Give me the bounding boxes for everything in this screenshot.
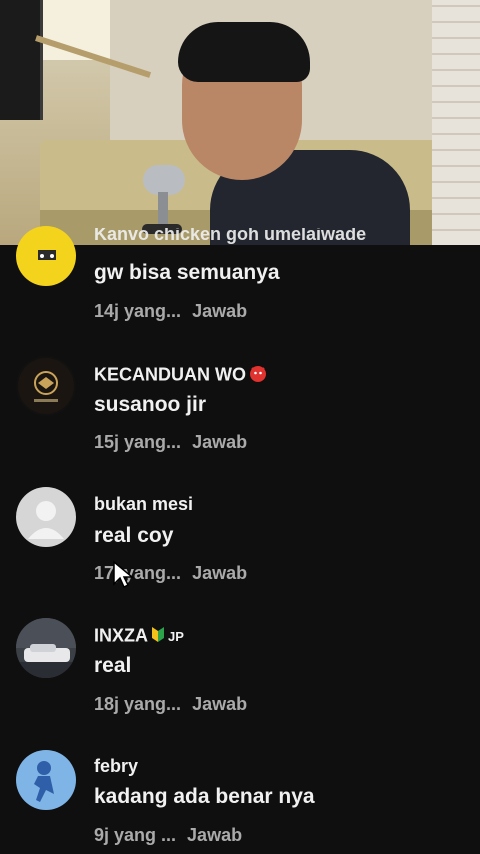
comment-timestamp: 9j yang ... — [94, 825, 177, 845]
comment-meta: 9j yang ... Jawab — [94, 825, 242, 846]
dark-logo-avatar-icon — [18, 358, 74, 414]
video-monitor — [0, 0, 43, 120]
comment-timestamp: 15j yang... — [94, 432, 182, 452]
comment-avatar[interactable] — [16, 356, 76, 416]
comment-timestamp: 17j yang... — [94, 563, 182, 583]
comment-timestamp: 18j yang... — [94, 694, 182, 714]
video-brick-wall — [432, 0, 480, 245]
author-suffix: JP — [168, 629, 184, 645]
reply-button[interactable]: Jawab — [187, 825, 242, 845]
comment-author[interactable]: febry — [94, 756, 138, 777]
default-person-avatar-icon — [28, 501, 64, 539]
beginner-symbol-emoji-icon — [151, 625, 165, 648]
comment-author-name[interactable]: INXZA — [94, 625, 148, 645]
comment-meta: 15j yang... Jawab — [94, 432, 247, 453]
comment-meta: 18j yang... Jawab — [94, 694, 247, 715]
comment-avatar[interactable] — [16, 750, 76, 810]
yellow-cartoon-avatar-icon — [38, 250, 56, 260]
comment-avatar[interactable] — [16, 487, 76, 547]
comment-author[interactable]: Kanvo chicken goh umelaiwade — [94, 228, 366, 244]
microphone-stand — [158, 192, 168, 227]
comment-author[interactable]: KECANDUAN WO — [94, 364, 267, 387]
comment-avatar[interactable] — [16, 618, 76, 678]
blue-figure-avatar-icon — [34, 761, 54, 802]
mouse-cursor-icon — [112, 560, 135, 595]
comment-author[interactable]: bukan mesi — [94, 494, 193, 515]
microphone-icon — [143, 165, 185, 195]
reply-button[interactable]: Jawab — [192, 432, 247, 452]
comment-text: gw bisa semuanya — [94, 261, 280, 284]
video-player[interactable] — [0, 0, 480, 245]
reply-button[interactable]: Jawab — [192, 694, 247, 714]
car-photo-avatar-icon — [16, 618, 76, 678]
comment-meta: 14j yang... Jawab — [94, 301, 247, 322]
reply-button[interactable]: Jawab — [192, 301, 247, 321]
comment-text: real — [94, 654, 132, 677]
reply-button[interactable]: Jawab — [192, 563, 247, 583]
comment-text: susanoo jir — [94, 393, 207, 416]
comment-text: real coy — [94, 524, 174, 547]
comment-timestamp: 14j yang... — [94, 301, 182, 321]
comment-avatar[interactable] — [16, 226, 76, 286]
video-person-hair — [178, 22, 310, 82]
comment-author[interactable]: INXZA JP — [94, 625, 184, 648]
red-devil-emoji-icon — [249, 364, 267, 387]
comment-author-name[interactable]: KECANDUAN WO — [94, 364, 246, 384]
comment-text: kadang ada benar nya — [94, 785, 315, 808]
